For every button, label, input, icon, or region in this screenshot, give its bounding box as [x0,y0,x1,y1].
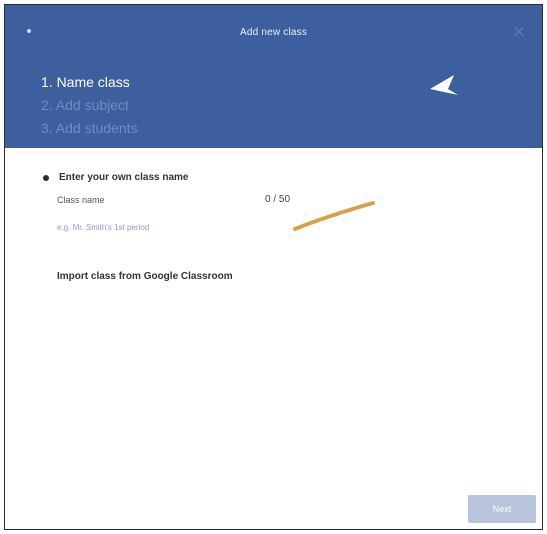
class-name-field: Class name 0 / 50 [57,191,307,241]
annotation-stroke-icon [293,201,375,231]
step-list: 1. Name class 2. Add subject 3. Add stud… [41,71,138,140]
next-button[interactable]: Next [468,495,536,523]
close-icon[interactable]: × [508,21,530,43]
import-google-classroom-link[interactable]: Import class from Google Classroom [57,271,233,282]
step-name-class: 1. Name class [41,74,130,90]
class-name-label: Class name [57,195,105,205]
cursor-arrow-icon [430,75,458,95]
own-class-name-label: Enter your own class name [59,172,189,183]
add-class-dialog: Add new class × 1. Name class 2. Add sub… [4,4,543,530]
dialog-header: Add new class × 1. Name class 2. Add sub… [5,5,542,148]
own-class-name-option[interactable]: Enter your own class name [43,172,189,183]
class-name-input[interactable] [57,219,237,235]
step-add-students: 3. Add students [41,120,138,136]
dialog-title: Add new class [239,27,308,38]
step-add-subject: 2. Add subject [41,97,129,113]
radio-selected-icon[interactable] [43,174,49,181]
